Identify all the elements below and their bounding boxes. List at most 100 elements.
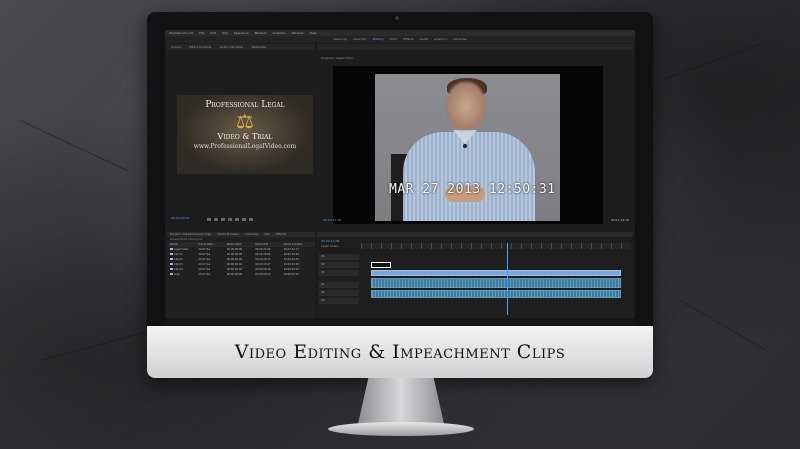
tab-audio-clip-mixer[interactable]: Audio Clip Mixer [219, 44, 243, 50]
project-cell: Clip 02 [170, 258, 198, 261]
source-timecode[interactable]: 00:00:00:00 [171, 216, 189, 220]
track-header-v1[interactable]: V1 [319, 270, 359, 276]
audio-clip-a2[interactable] [371, 290, 621, 298]
column-media-duration[interactable]: Media Duration [284, 243, 312, 246]
project-item-name: Clip 04 [174, 268, 183, 271]
workspace-tab-learning[interactable]: Learning [334, 36, 347, 43]
timeline-timecode[interactable]: 00:00:12:08 [321, 239, 339, 243]
track-header-a3[interactable]: A3 [319, 298, 359, 304]
workspace-tab-libraries[interactable]: Libraries [453, 36, 466, 43]
project-item-name: Legal Video [174, 248, 189, 251]
tab-info[interactable]: Info [264, 232, 270, 237]
step-back-icon[interactable] [221, 218, 225, 221]
track-header-a2[interactable]: A2 [319, 290, 359, 296]
tab-media-browser[interactable]: Media Browser [217, 232, 239, 237]
background-crack [19, 120, 129, 172]
step-forward-icon[interactable] [235, 218, 239, 221]
project-item-name: Clip 01 [174, 253, 183, 256]
video-clip[interactable] [371, 270, 621, 276]
tab-program[interactable]: Program: Legal Video [321, 56, 353, 60]
column-media-end[interactable]: Media End [255, 243, 283, 246]
project-cell: 00:00:22:12 [283, 258, 299, 261]
audio-clip-a1[interactable] [371, 278, 621, 288]
monitor-chin: Video Editing & Impeachment Clips [147, 326, 653, 378]
insert-icon[interactable] [242, 218, 246, 221]
workspace-tab-audio[interactable]: Audio [420, 36, 429, 43]
workspace-tab-editing[interactable]: Editing [373, 36, 383, 43]
track-header-v3[interactable]: V3 [319, 254, 359, 260]
status-bar [165, 318, 635, 326]
tab-metadata[interactable]: Metadata [252, 44, 266, 50]
tab-effect-controls[interactable]: Effect Controls [189, 44, 211, 50]
track-header-v2[interactable]: V2 [319, 262, 359, 268]
project-cell: 29.97 fps [198, 253, 211, 256]
project-cell: 00:00:18:03 [283, 253, 299, 256]
play-icon[interactable] [228, 218, 232, 221]
clip-icon [170, 253, 173, 255]
tab-project[interactable]: Project: Impeachment Clips [170, 232, 211, 237]
workspace-tab-graphics[interactable]: Graphics [434, 36, 447, 43]
program-video-frame[interactable]: MAR 27 2013 12:50:31 [375, 74, 560, 221]
project-cell: 00:00:05:00 [255, 273, 271, 276]
project-cell: Legal Video [170, 248, 198, 251]
clip-icon [170, 263, 173, 265]
program-duration: 00:01:24:16 [610, 218, 629, 222]
playhead[interactable] [507, 243, 508, 315]
track-label: A1 [321, 283, 325, 286]
workspace-tab-color[interactable]: Color [390, 36, 398, 43]
project-cell: 00:00:15:28 [283, 263, 299, 266]
source-transport-controls [207, 218, 277, 222]
project-cell: 00:00:22:11 [255, 258, 271, 261]
workspace-tab-effects[interactable]: Effects [403, 36, 413, 43]
project-row[interactable]: Logo 29.97 fps 00:00:00:00 00:00:05:00 0… [167, 272, 315, 277]
track-label: V2 [321, 263, 325, 266]
workspace-tab-assembly[interactable]: Assembly [353, 36, 367, 43]
overwrite-icon[interactable] [249, 218, 253, 221]
tab-effects[interactable]: Effects [276, 232, 286, 237]
project-item-name: Clip 03 [174, 263, 183, 266]
project-cell: 00:01:24:16 [255, 248, 271, 251]
program-timecode[interactable]: 00:00:12:08 [323, 218, 341, 222]
source-preview-image[interactable]: Professional Legal ⚖ Video & Trial www.P… [177, 95, 313, 174]
project-cell: 00:01:24:17 [283, 248, 299, 251]
column-media-start[interactable]: Media Start [227, 243, 255, 246]
project-item-name: Clip 02 [174, 258, 183, 261]
tab-source[interactable]: Source [171, 44, 181, 50]
clip-icon [170, 268, 173, 270]
column-frame-rate[interactable]: Frame Rate [198, 243, 226, 246]
webcam-icon [395, 16, 399, 20]
project-cell: 00:00:00:00 [226, 273, 243, 276]
monitor-stand-base [328, 422, 474, 436]
tab-libraries[interactable]: Libraries [245, 232, 258, 237]
track-label: A2 [321, 291, 325, 294]
column-name[interactable]: Name [170, 243, 198, 246]
track-label: V3 [321, 255, 325, 258]
logo-clip[interactable] [371, 262, 391, 268]
track-label: A3 [321, 299, 325, 302]
project-cell: 29.97 fps [198, 268, 211, 271]
project-cell: Clip 04 [170, 268, 198, 271]
project-cell: 29.97 fps [198, 273, 211, 276]
project-cell: 00:00:15:27 [255, 263, 271, 266]
timeline-tabs: Legal Video [317, 232, 633, 248]
background-crack [659, 42, 764, 81]
lapel-mic-icon [463, 144, 467, 148]
time-ruler[interactable] [361, 243, 631, 249]
project-cell: 00:00:00:00 [226, 263, 243, 266]
project-cell: 00:00:00:00 [226, 258, 243, 261]
source-monitor: Source Effect Controls Audio Clip Mixer … [167, 44, 315, 224]
tab-sequence[interactable]: Legal Video [321, 244, 338, 248]
background-crack [679, 300, 767, 351]
project-cell: 00:00:00:00 [226, 268, 243, 271]
project-cell: 00:00:00:00 [226, 253, 243, 256]
workspace-bar: Learning Assembly Editing Color Effects … [165, 36, 635, 43]
deponent-face-blurred [447, 82, 485, 130]
mark-out-icon[interactable] [214, 218, 218, 221]
project-cell: 00:00:18:02 [255, 253, 271, 256]
track-header-a1[interactable]: A1 [319, 282, 359, 288]
project-cell: Clip 01 [170, 253, 198, 256]
mark-in-icon[interactable] [207, 218, 211, 221]
banner-title: Video Editing & Impeachment Clips [234, 341, 566, 363]
project-cell: Logo [170, 273, 198, 276]
premiere-window: Premiere Pro CC File Edit Clip Sequence … [165, 30, 635, 326]
